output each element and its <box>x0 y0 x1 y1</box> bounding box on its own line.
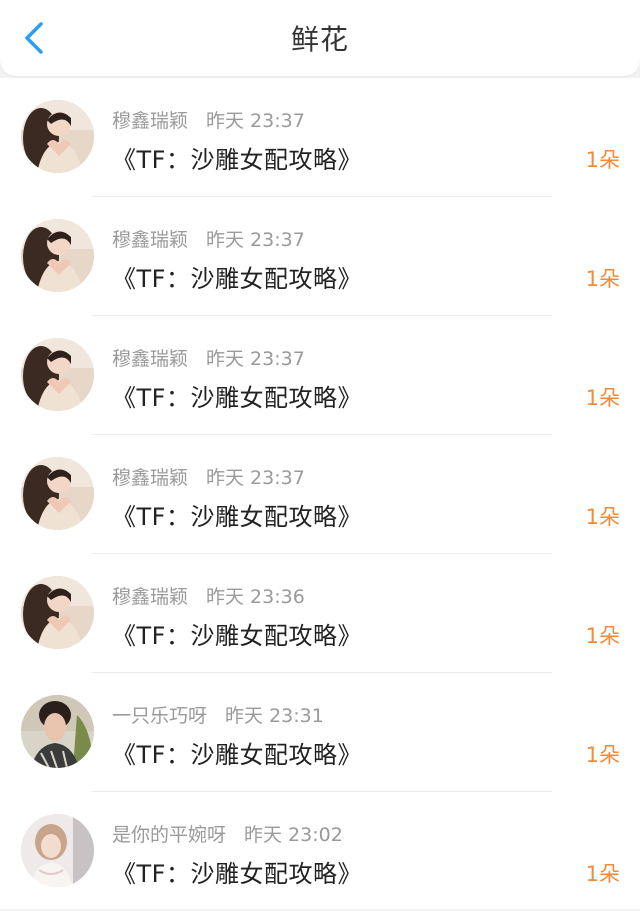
user-name[interactable]: 穆鑫瑞颖 <box>112 467 188 489</box>
avatar[interactable] <box>21 457 94 530</box>
meta-line: 穆鑫瑞颖 昨天 23:37 <box>112 344 305 370</box>
meta-line: 是你的平婉呀 昨天 23:02 <box>112 820 343 846</box>
user-name[interactable]: 穆鑫瑞颖 <box>112 229 188 251</box>
flower-count: 1朵 <box>585 743 620 767</box>
book-title[interactable]: 《TF：沙雕女配攻略》 <box>112 378 362 413</box>
avatar[interactable] <box>21 814 94 887</box>
avatar[interactable] <box>21 576 94 649</box>
flower-count: 1朵 <box>585 148 620 172</box>
top-bar: 鲜花 <box>0 0 640 76</box>
avatar[interactable] <box>21 695 94 768</box>
avatar[interactable] <box>21 338 94 411</box>
book-title[interactable]: 《TF：沙雕女配攻略》 <box>112 140 362 175</box>
user-name[interactable]: 一只乐巧呀 <box>112 705 207 727</box>
book-title[interactable]: 《TF：沙雕女配攻略》 <box>112 854 362 889</box>
book-title[interactable]: 《TF：沙雕女配攻略》 <box>112 497 362 532</box>
meta-line: 穆鑫瑞颖 昨天 23:37 <box>112 106 305 132</box>
avatar[interactable] <box>21 219 94 292</box>
user-name[interactable]: 穆鑫瑞颖 <box>112 586 188 608</box>
timestamp: 昨天 23:36 <box>206 586 305 608</box>
book-title[interactable]: 《TF：沙雕女配攻略》 <box>112 735 362 770</box>
list-item[interactable]: 穆鑫瑞颖 昨天 23:37 《TF：沙雕女配攻略》 1朵 <box>0 78 640 197</box>
book-title[interactable]: 《TF：沙雕女配攻略》 <box>112 259 362 294</box>
page-title: 鲜花 <box>290 23 349 56</box>
flower-count: 1朵 <box>585 386 620 410</box>
flower-count: 1朵 <box>585 267 620 291</box>
flower-count: 1朵 <box>585 862 620 886</box>
list-item[interactable]: 穆鑫瑞颖 昨天 23:37 《TF：沙雕女配攻略》 1朵 <box>0 197 640 316</box>
list-item[interactable]: 穆鑫瑞颖 昨天 23:36 《TF：沙雕女配攻略》 1朵 <box>0 554 640 673</box>
flower-count: 1朵 <box>585 505 620 529</box>
list-item[interactable]: 穆鑫瑞颖 昨天 23:37 《TF：沙雕女配攻略》 1朵 <box>0 435 640 554</box>
flower-count: 1朵 <box>585 624 620 648</box>
meta-line: 穆鑫瑞颖 昨天 23:36 <box>112 582 305 608</box>
list-item[interactable]: 是你的平婉呀 昨天 23:02 《TF：沙雕女配攻略》 1朵 <box>0 792 640 911</box>
avatar[interactable] <box>21 100 94 173</box>
user-name[interactable]: 是你的平婉呀 <box>112 824 226 846</box>
timestamp: 昨天 23:31 <box>225 705 324 727</box>
timestamp: 昨天 23:37 <box>206 348 305 370</box>
meta-line: 穆鑫瑞颖 昨天 23:37 <box>112 225 305 251</box>
flower-record-list: 穆鑫瑞颖 昨天 23:37 《TF：沙雕女配攻略》 1朵 穆鑫瑞颖 昨天 23:37… <box>0 78 640 909</box>
book-title[interactable]: 《TF：沙雕女配攻略》 <box>112 616 362 651</box>
user-name[interactable]: 穆鑫瑞颖 <box>112 110 188 132</box>
timestamp: 昨天 23:37 <box>206 467 305 489</box>
list-item[interactable]: 一只乐巧呀 昨天 23:31 《TF：沙雕女配攻略》 1朵 <box>0 673 640 792</box>
list-item[interactable]: 穆鑫瑞颖 昨天 23:37 《TF：沙雕女配攻略》 1朵 <box>0 316 640 435</box>
timestamp: 昨天 23:37 <box>206 229 305 251</box>
meta-line: 穆鑫瑞颖 昨天 23:37 <box>112 463 305 489</box>
timestamp: 昨天 23:37 <box>206 110 305 132</box>
timestamp: 昨天 23:02 <box>244 824 343 846</box>
meta-line: 一只乐巧呀 昨天 23:31 <box>112 701 324 727</box>
user-name[interactable]: 穆鑫瑞颖 <box>112 348 188 370</box>
